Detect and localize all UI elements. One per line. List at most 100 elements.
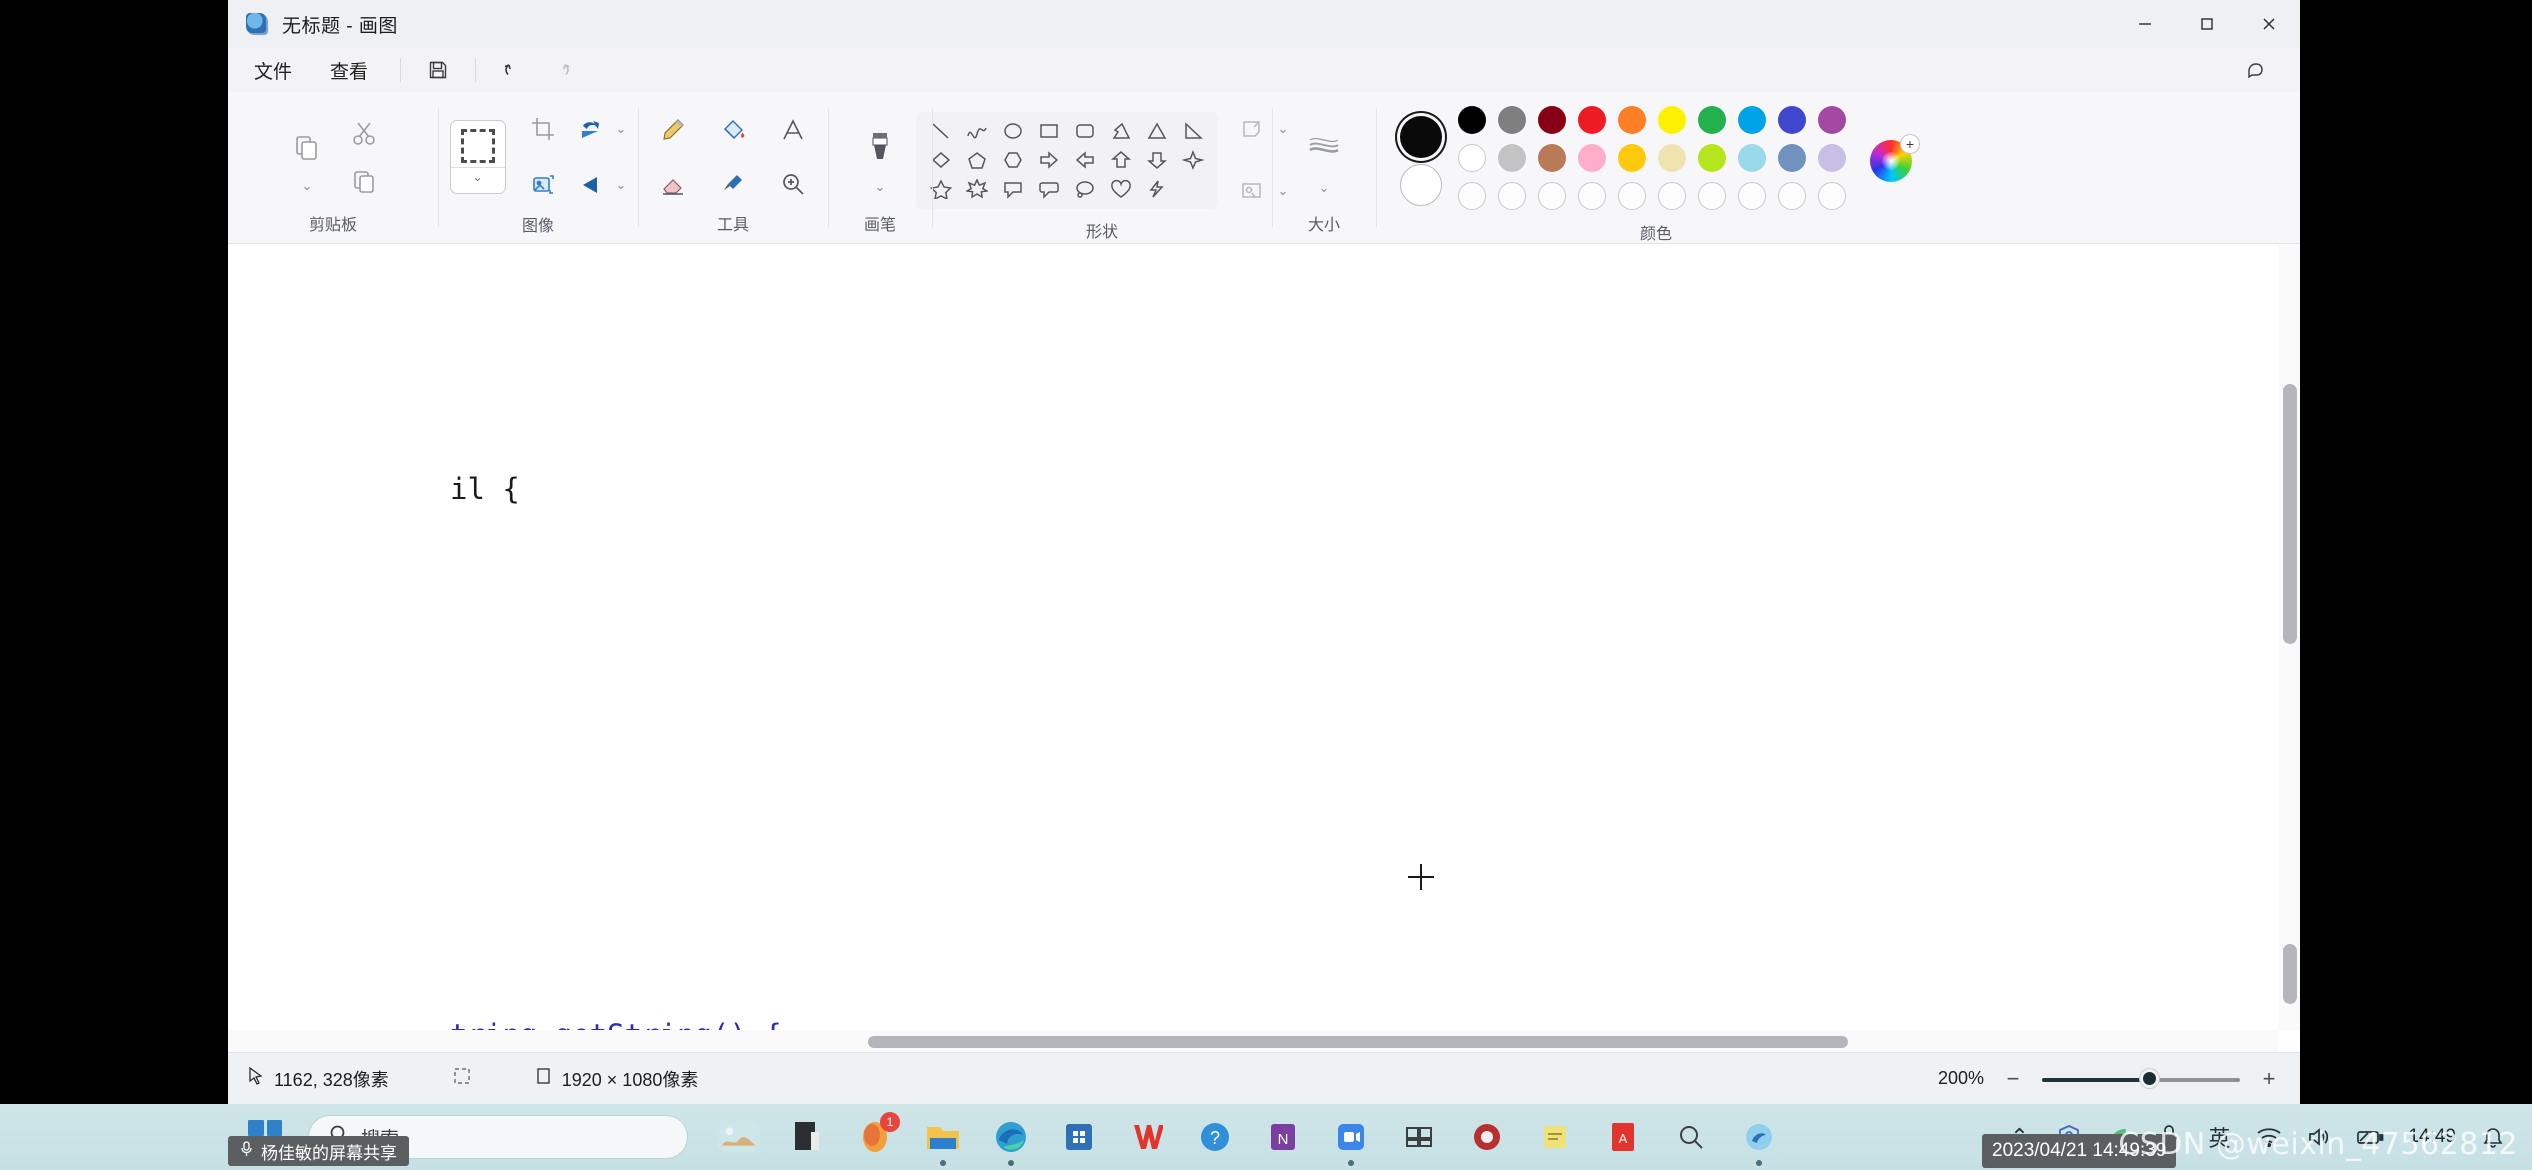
color-swatch[interactable] xyxy=(1578,144,1606,172)
pencil-icon[interactable] xyxy=(650,107,696,153)
shape-diamond[interactable] xyxy=(924,147,958,174)
fill-icon[interactable] xyxy=(710,107,756,153)
shape-line[interactable] xyxy=(924,118,958,145)
brush-dropdown-caret[interactable]: ⌄ xyxy=(875,179,886,195)
color-swatch[interactable] xyxy=(1658,144,1686,172)
resize-icon[interactable] xyxy=(520,162,566,208)
horizontal-scrollbar[interactable] xyxy=(228,1030,2278,1052)
color-swatch-empty[interactable] xyxy=(1658,182,1686,210)
brush-icon[interactable] xyxy=(852,119,908,175)
onenote-icon[interactable]: N xyxy=(1262,1116,1304,1158)
shape-pentagon[interactable] xyxy=(960,147,994,174)
zoom-slider-knob[interactable] xyxy=(2140,1068,2159,1088)
color-swatch-empty[interactable] xyxy=(1498,182,1526,210)
zoom-slider[interactable] xyxy=(2042,1068,2240,1088)
shape-four-point-star[interactable] xyxy=(1176,147,1210,174)
app-dark-icon[interactable] xyxy=(786,1116,828,1158)
color-swatch[interactable] xyxy=(1498,144,1526,172)
taskview-icon[interactable] xyxy=(1398,1116,1440,1158)
add-color-badge[interactable]: + xyxy=(1900,134,1920,154)
vertical-scroll-thumb[interactable] xyxy=(2283,384,2297,644)
weather-widget-icon[interactable] xyxy=(718,1116,760,1158)
shape-cloud-callout[interactable] xyxy=(1068,176,1102,203)
shape-up-arrow[interactable] xyxy=(1104,147,1138,174)
color-swatch-empty[interactable] xyxy=(1738,182,1766,210)
copilot-icon[interactable] xyxy=(2236,53,2278,87)
shape-right-triangle[interactable] xyxy=(1176,118,1210,145)
close-button[interactable] xyxy=(2238,0,2300,48)
eyedropper-icon[interactable] xyxy=(710,161,756,207)
app-red-icon[interactable] xyxy=(1466,1116,1508,1158)
color-swatch-empty[interactable] xyxy=(1818,182,1846,210)
flip-dropdown-caret[interactable]: ⌄ xyxy=(616,177,627,193)
color-swatch[interactable] xyxy=(1458,144,1486,172)
zoom-out-button[interactable]: − xyxy=(2002,1066,2024,1092)
color-swatch[interactable] xyxy=(1818,106,1846,134)
color-swatch-empty[interactable] xyxy=(1578,182,1606,210)
color-swatch[interactable] xyxy=(1618,106,1646,134)
color-swatch[interactable] xyxy=(1778,144,1806,172)
color-swatch[interactable] xyxy=(1778,106,1806,134)
size-dropdown-caret[interactable]: ⌄ xyxy=(1319,180,1330,196)
primary-color-swatch[interactable] xyxy=(1400,116,1442,158)
shape-five-point-star[interactable] xyxy=(924,176,958,203)
vertical-scroll-thumb-lower[interactable] xyxy=(2283,944,2297,1004)
menu-file[interactable]: 文件 xyxy=(238,51,308,90)
cut-icon[interactable] xyxy=(341,110,387,156)
rotate-dropdown-caret[interactable]: ⌄ xyxy=(616,121,627,137)
acrobat-icon[interactable]: A xyxy=(1602,1116,1644,1158)
color-swatch-empty[interactable] xyxy=(1618,182,1646,210)
paint-app-icon[interactable] xyxy=(1738,1116,1780,1166)
shape-left-arrow[interactable] xyxy=(1068,147,1102,174)
microsoft-store-icon[interactable] xyxy=(1058,1116,1100,1158)
shape-heart[interactable] xyxy=(1104,176,1138,203)
help-icon[interactable]: ? xyxy=(1194,1116,1236,1158)
color-swatch-empty[interactable] xyxy=(1458,182,1486,210)
color-swatch[interactable] xyxy=(1578,106,1606,134)
color-wheel-icon[interactable]: + xyxy=(1870,134,1920,182)
undo-icon[interactable] xyxy=(492,53,534,87)
shape-rounded-callout[interactable] xyxy=(1032,176,1066,203)
copy-icon[interactable] xyxy=(341,158,387,204)
file-explorer-icon[interactable] xyxy=(922,1116,964,1166)
eraser-icon[interactable] xyxy=(650,161,696,207)
flip-icon[interactable] xyxy=(568,162,614,208)
shape-polygon[interactable] xyxy=(1104,118,1138,145)
secondary-color-swatch[interactable] xyxy=(1400,164,1442,206)
save-icon[interactable] xyxy=(417,53,459,87)
chat-icon[interactable]: 1 xyxy=(854,1112,900,1158)
select-icon[interactable]: ⌄ xyxy=(449,120,506,194)
horizontal-scroll-thumb[interactable] xyxy=(868,1036,1848,1048)
color-swatch[interactable] xyxy=(1658,106,1686,134)
color-swatch[interactable] xyxy=(1698,144,1726,172)
shape-right-arrow[interactable] xyxy=(1032,147,1066,174)
color-swatch[interactable] xyxy=(1738,106,1766,134)
minimize-button[interactable] xyxy=(2114,0,2176,48)
paste-icon[interactable] xyxy=(279,120,335,176)
shape-down-arrow[interactable] xyxy=(1140,147,1174,174)
color-swatch[interactable] xyxy=(1818,144,1846,172)
shape-triangle[interactable] xyxy=(1140,118,1174,145)
color-swatch[interactable] xyxy=(1698,106,1726,134)
shape-lightning[interactable] xyxy=(1140,176,1174,203)
menu-view[interactable]: 查看 xyxy=(314,51,384,90)
edge-icon[interactable] xyxy=(990,1116,1032,1166)
wps-icon[interactable] xyxy=(1126,1116,1168,1158)
color-swatch[interactable] xyxy=(1538,144,1566,172)
tencent-meeting-icon[interactable] xyxy=(1330,1116,1372,1166)
select-dropdown-caret[interactable]: ⌄ xyxy=(450,167,505,184)
color-swatch-empty[interactable] xyxy=(1778,182,1806,210)
canvas-area[interactable]: il { tring getString() { ing from testa.… xyxy=(228,244,2300,1052)
color-swatch[interactable] xyxy=(1538,106,1566,134)
shape-oval[interactable] xyxy=(996,118,1030,145)
magnifier-app-icon[interactable] xyxy=(1670,1116,1712,1158)
shape-six-point-star[interactable] xyxy=(960,176,994,203)
color-swatch[interactable] xyxy=(1738,144,1766,172)
maximize-button[interactable] xyxy=(2176,0,2238,48)
color-swatch[interactable] xyxy=(1498,106,1526,134)
rotate-icon[interactable] xyxy=(568,106,614,152)
shape-rectangle[interactable] xyxy=(1032,118,1066,145)
shape-hexagon[interactable] xyxy=(996,147,1030,174)
shape-rounded-rectangle[interactable] xyxy=(1068,118,1102,145)
color-swatch-empty[interactable] xyxy=(1538,182,1566,210)
